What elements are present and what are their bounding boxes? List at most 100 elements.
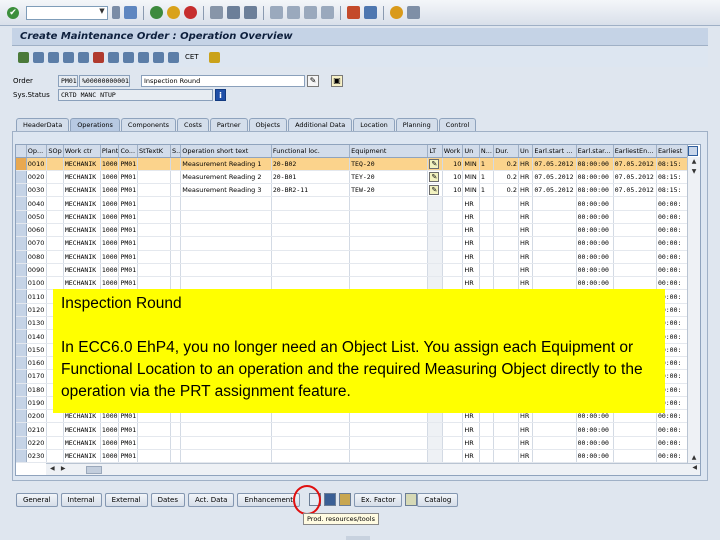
table-cell[interactable]: 07.05.2012 xyxy=(532,157,577,171)
table-cell[interactable]: 00:00: xyxy=(656,250,689,264)
table-cell[interactable] xyxy=(271,196,351,211)
table-cell[interactable] xyxy=(442,449,464,464)
table-cell[interactable] xyxy=(493,276,519,291)
scroll-down-icon[interactable]: ▼ xyxy=(688,167,700,177)
table-cell[interactable] xyxy=(137,170,171,185)
column-header[interactable]: Work xyxy=(442,145,464,158)
table-cell[interactable]: 1000 xyxy=(100,449,120,464)
table-cell[interactable] xyxy=(271,263,351,278)
table-cell[interactable] xyxy=(180,422,272,437)
table-cell[interactable] xyxy=(170,236,182,251)
table-row[interactable]: 0080 MECHANIK 1000 PM01 HR HR 00:00:00 00:00: xyxy=(16,250,689,264)
table-cell[interactable]: 08:15: xyxy=(656,157,689,171)
table-cell[interactable]: 00:00: xyxy=(656,449,689,464)
table-cell[interactable] xyxy=(137,250,171,264)
table-cell[interactable] xyxy=(271,210,351,224)
table-cell[interactable]: 07.05.2012 xyxy=(532,170,577,185)
table-cell[interactable]: HR xyxy=(462,236,480,251)
table-cell[interactable]: 1 xyxy=(479,157,495,171)
table-cell[interactable]: 00:00:00 xyxy=(576,449,614,464)
long-text-icon[interactable]: ✎ xyxy=(307,75,319,87)
table-cell[interactable] xyxy=(532,263,577,278)
table-cell[interactable]: HR xyxy=(462,196,480,211)
table-cell[interactable]: 0080 xyxy=(26,250,48,264)
table-cell[interactable] xyxy=(532,250,577,264)
table-cell[interactable] xyxy=(137,196,171,211)
row-selector[interactable] xyxy=(16,210,27,224)
table-cell[interactable] xyxy=(170,183,182,198)
table-cell[interactable]: HR xyxy=(462,276,480,291)
tab-partner[interactable]: Partner xyxy=(209,118,248,132)
table-cell[interactable]: Measurement Reading 2 xyxy=(180,170,272,185)
table-cell[interactable] xyxy=(46,157,64,171)
table-cell[interactable] xyxy=(349,223,429,238)
table-cell[interactable]: 00:00: xyxy=(656,210,689,224)
table-cell[interactable]: 1000 xyxy=(100,183,120,198)
table-cell[interactable] xyxy=(493,263,519,278)
table-cell[interactable]: HR xyxy=(518,236,534,251)
column-header[interactable]: Equipment xyxy=(349,145,429,158)
table-cell[interactable] xyxy=(349,422,429,437)
table-cell[interactable]: HR xyxy=(462,250,480,264)
table-cell[interactable]: HR xyxy=(518,422,534,437)
table-cell[interactable] xyxy=(180,236,272,251)
table-cell[interactable]: MECHANIK xyxy=(63,250,101,264)
table-cell[interactable] xyxy=(271,276,351,291)
table-cell[interactable] xyxy=(137,183,171,198)
row-selector[interactable] xyxy=(16,170,27,185)
table-cell[interactable]: MECHANIK xyxy=(63,210,101,224)
table-cell[interactable]: 0120 xyxy=(26,303,48,318)
column-header[interactable]: Op... xyxy=(26,145,48,158)
column-header[interactable]: EarliestEn... xyxy=(613,145,657,158)
row-selector[interactable] xyxy=(16,250,27,264)
table-cell[interactable]: 1000 xyxy=(100,223,120,238)
table-cell[interactable]: MIN xyxy=(462,157,480,171)
table-cell[interactable] xyxy=(46,449,64,464)
table-cell[interactable] xyxy=(349,250,429,264)
table-cell[interactable] xyxy=(271,436,351,451)
table-cell[interactable]: ✎ xyxy=(427,183,443,198)
table-cell[interactable] xyxy=(479,196,495,211)
table-cell[interactable]: 0180 xyxy=(26,383,48,397)
act-data-button[interactable]: Act. Data xyxy=(188,493,235,507)
table-cell[interactable]: 10 xyxy=(442,183,464,198)
table-cell[interactable]: MECHANIK xyxy=(63,170,101,185)
table-cell[interactable]: 08:00:00 xyxy=(576,157,614,171)
table-cell[interactable] xyxy=(137,210,171,224)
row-selector[interactable] xyxy=(16,289,27,304)
column-header[interactable]: LT xyxy=(427,145,443,158)
table-cell[interactable] xyxy=(180,250,272,264)
table-cell[interactable] xyxy=(349,236,429,251)
table-cell[interactable]: 0100 xyxy=(26,276,48,291)
table-cell[interactable] xyxy=(271,422,351,437)
horizontal-scrollbar[interactable]: ◀ ▶ ◀ ▶ xyxy=(46,463,700,475)
table-cell[interactable]: 10 xyxy=(442,170,464,185)
table-row[interactable]: 0050 MECHANIK 1000 PM01 HR HR 00:00:00 00:00: xyxy=(16,210,689,224)
table-cell[interactable] xyxy=(46,183,64,198)
table-cell[interactable] xyxy=(532,196,577,211)
table-cell[interactable] xyxy=(427,223,443,238)
table-cell[interactable]: MECHANIK xyxy=(63,183,101,198)
table-settings-icon[interactable] xyxy=(688,146,698,156)
column-header[interactable]: Functional loc. xyxy=(271,145,351,158)
table-cell[interactable]: 0090 xyxy=(26,263,48,278)
table-cell[interactable] xyxy=(170,196,182,211)
row-selector[interactable] xyxy=(16,409,27,424)
column-header[interactable]: Work ctr xyxy=(63,145,101,158)
table-cell[interactable] xyxy=(46,436,64,451)
table-cell[interactable] xyxy=(170,263,182,278)
table-cell[interactable]: 1000 xyxy=(100,196,120,211)
tab-additional-data[interactable]: Additional Data xyxy=(288,118,353,132)
table-row[interactable]: 0210 MECHANIK 1000 PM01 HR HR 00:00:00 00:00: xyxy=(16,422,689,437)
scroll-left-icon[interactable]: ◀ xyxy=(692,464,697,471)
table-cell[interactable]: TEY-20 xyxy=(349,170,429,185)
table-cell[interactable] xyxy=(479,223,495,238)
row-selector[interactable] xyxy=(16,276,27,291)
help-icon[interactable] xyxy=(390,6,403,19)
table-cell[interactable] xyxy=(46,236,64,251)
table-cell[interactable]: HR xyxy=(462,436,480,451)
table-cell[interactable]: 0170 xyxy=(26,369,48,384)
table-cell[interactable]: 20-B01 xyxy=(271,170,351,185)
table-cell[interactable]: 0060 xyxy=(26,223,48,238)
table-cell[interactable] xyxy=(427,210,443,224)
